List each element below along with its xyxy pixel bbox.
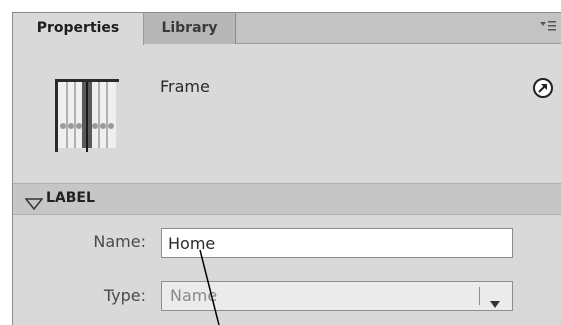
collapse-triangle-icon[interactable] bbox=[24, 195, 44, 211]
type-label: Type: bbox=[103, 286, 146, 305]
frame-icon bbox=[55, 68, 119, 152]
type-selected-value: Name bbox=[170, 286, 218, 305]
dropdown-divider bbox=[479, 287, 480, 305]
section-title: LABEL bbox=[46, 190, 95, 206]
chevron-down-icon bbox=[490, 293, 500, 308]
tab-library[interactable]: Library bbox=[144, 13, 236, 44]
symbol-type-label: Frame bbox=[160, 77, 210, 96]
panel-tab-bar: Properties Library bbox=[13, 13, 561, 45]
tab-properties[interactable]: Properties bbox=[13, 13, 144, 45]
label-section-header[interactable]: LABEL bbox=[13, 183, 561, 215]
name-label: Name: bbox=[93, 232, 146, 251]
name-input[interactable] bbox=[161, 228, 513, 258]
type-dropdown[interactable]: Name bbox=[161, 281, 513, 311]
goto-arrow-icon[interactable] bbox=[532, 77, 554, 99]
panel-menu-icon[interactable] bbox=[540, 19, 556, 33]
properties-panel: Properties Library Frame LABEL Name: Hom… bbox=[12, 12, 561, 325]
